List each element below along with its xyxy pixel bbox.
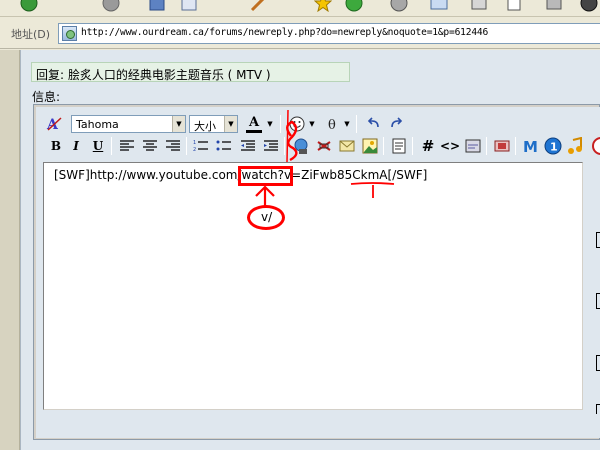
media-icon[interactable]: [492, 136, 512, 156]
chevron-down-icon: ▼: [224, 116, 237, 132]
side-bracket-mark: [596, 232, 600, 248]
print-icon[interactable]: [470, 0, 488, 12]
smiley-icon[interactable]: [287, 114, 307, 134]
insert-image-icon[interactable]: [360, 136, 380, 156]
align-center-icon[interactable]: [140, 136, 160, 156]
svg-text:1: 1: [193, 140, 196, 146]
bold-button[interactable]: B: [46, 136, 66, 156]
back-icon[interactable]: [20, 0, 38, 12]
size-select-value: 大小: [194, 120, 216, 133]
text-color-icon: A: [248, 114, 260, 130]
toolbar-separator: [356, 115, 357, 133]
more-icon[interactable]: [587, 136, 600, 156]
size-select[interactable]: 大小 ▼: [189, 115, 238, 133]
toolbar-separator: [412, 137, 413, 155]
history-icon[interactable]: [345, 0, 363, 12]
bullet-list-icon[interactable]: [214, 136, 234, 156]
annotation-replacement-text: v/: [261, 210, 273, 224]
toolbar-separator: [186, 137, 187, 155]
align-left-icon[interactable]: [117, 136, 137, 156]
address-input[interactable]: http://www.ourdream.ca/forums/newreply.p…: [58, 23, 600, 44]
message-textarea[interactable]: [43, 162, 583, 410]
ordered-list-icon[interactable]: 12: [191, 136, 211, 156]
music-m-icon[interactable]: M: [521, 136, 541, 156]
stop-icon[interactable]: [148, 0, 166, 12]
svg-text:θ: θ: [328, 118, 336, 133]
favorites-star-icon[interactable]: [314, 0, 332, 12]
editor-resize-panel: [586, 162, 600, 412]
indent-icon[interactable]: [261, 136, 281, 156]
php-tag-icon[interactable]: [463, 136, 483, 156]
address-url[interactable]: http://www.ourdream.ca/forums/newreply.p…: [81, 27, 488, 38]
color-swatch: [246, 129, 262, 133]
browser-toolbar: [0, 0, 600, 17]
page-icon: [62, 26, 77, 41]
globe-icon[interactable]: [390, 0, 408, 12]
side-bracket-mark: [596, 355, 600, 371]
font-select-value: Tahoma: [76, 118, 119, 131]
message-label: 信息:: [32, 90, 61, 104]
toolbar-separator: [284, 137, 285, 155]
annotation-highlight-box: [238, 166, 293, 186]
chevron-down-icon[interactable]: ▼: [265, 114, 275, 134]
chevron-down-icon[interactable]: ▼: [307, 114, 317, 134]
messenger-icon[interactable]: [580, 0, 598, 12]
email-link-icon[interactable]: [337, 136, 357, 156]
undo-icon[interactable]: [364, 114, 384, 134]
remove-format-icon[interactable]: A: [44, 114, 64, 134]
side-bracket-mark: [596, 293, 600, 309]
editor-bottom-bar: [36, 414, 600, 438]
home-icon[interactable]: [250, 0, 268, 12]
toolbar-separator: [111, 137, 112, 155]
align-right-icon[interactable]: [163, 136, 183, 156]
subject-field[interactable]: 回复: 脍炙人口的经典电影主题音乐 ( MTV ): [31, 62, 350, 82]
mail-icon[interactable]: [430, 0, 448, 12]
insert-link-icon[interactable]: [291, 136, 311, 156]
toolbar-separator: [280, 115, 281, 133]
edit-icon[interactable]: [505, 0, 523, 12]
address-label: 地址(D): [11, 28, 51, 41]
address-bar: 地址(D) http://www.ourdream.ca/forums/newr…: [0, 17, 600, 49]
svg-text:M: M: [523, 138, 538, 155]
outdent-icon[interactable]: [238, 136, 258, 156]
forward-icon[interactable]: [102, 0, 120, 12]
hash-tag-button[interactable]: #: [418, 136, 438, 156]
underline-button[interactable]: U: [88, 136, 108, 156]
redo-icon[interactable]: [386, 114, 406, 134]
toolbar-separator: [486, 137, 487, 155]
music-note-icon[interactable]: [565, 136, 585, 156]
code-tag-button[interactable]: <>: [440, 136, 460, 156]
refresh-icon[interactable]: [180, 0, 198, 12]
toolbar-separator: [383, 137, 384, 155]
message-text-video-id: ZiFwb85CkmA[/SWF]: [301, 168, 428, 182]
page-left-margin: [0, 50, 20, 450]
svg-text:2: 2: [193, 147, 196, 153]
discuss-icon[interactable]: [545, 0, 563, 12]
toolbar-separator: [515, 137, 516, 155]
italic-button[interactable]: I: [66, 136, 86, 156]
svg-text:1: 1: [550, 141, 558, 154]
text-color-button[interactable]: A: [245, 113, 263, 135]
number-one-icon[interactable]: 1: [543, 136, 563, 156]
message-text-prefix: [SWF]http://www.youtube.com/: [54, 168, 242, 182]
insert-symbol-icon[interactable]: θ: [323, 114, 343, 134]
chevron-down-icon[interactable]: ▼: [342, 114, 352, 134]
quote-icon[interactable]: [389, 136, 409, 156]
chevron-down-icon: ▼: [172, 116, 185, 132]
remove-link-icon[interactable]: [314, 136, 334, 156]
font-select[interactable]: Tahoma ▼: [71, 115, 186, 133]
